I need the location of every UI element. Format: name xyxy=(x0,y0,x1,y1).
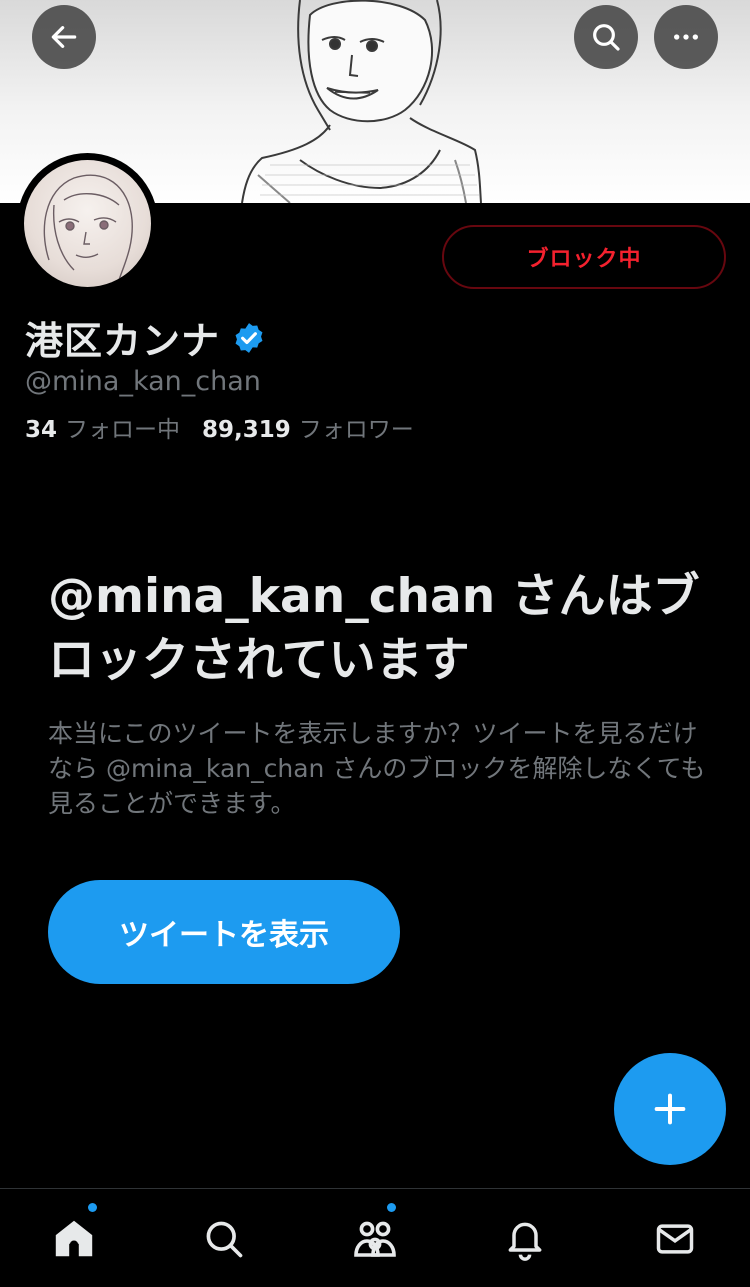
blocked-title: @mina_kan_chan さんはブロックされています xyxy=(48,569,700,688)
tab-notifications[interactable] xyxy=(497,1211,553,1267)
following-count: 34 xyxy=(25,417,58,443)
avatar-image xyxy=(24,160,151,287)
communities-badge xyxy=(387,1203,396,1212)
tab-search[interactable] xyxy=(196,1211,252,1267)
follow-stats: 34 フォロー中 89,319 フォロワー xyxy=(25,410,414,444)
search-button[interactable] xyxy=(574,5,638,69)
bottom-tab-bar xyxy=(0,1188,750,1287)
communities-icon xyxy=(354,1221,396,1257)
compose-tweet-button[interactable] xyxy=(614,1053,726,1165)
bell-icon xyxy=(508,1222,542,1261)
plus-icon xyxy=(654,1093,686,1125)
profile-name-row: 港区カンナ xyxy=(25,310,266,365)
blocked-description: 本当にこのツイートを表示しますか？ツイートを見るだけなら @mina_kan_c… xyxy=(48,719,706,818)
followers-count: 89,319 xyxy=(202,417,291,443)
mail-icon xyxy=(656,1224,694,1254)
display-name: 港区カンナ xyxy=(25,319,221,363)
avatar[interactable] xyxy=(17,153,158,294)
search-icon xyxy=(593,24,620,51)
more-button[interactable] xyxy=(654,5,718,69)
search-icon xyxy=(206,1221,243,1258)
verified-badge-icon[interactable] xyxy=(232,321,266,355)
show-tweets-button[interactable]: ツイートを表示 xyxy=(48,880,400,984)
profile-handle: @mina_kan_chan xyxy=(25,366,261,397)
tab-communities[interactable] xyxy=(347,1203,403,1267)
more-horizontal-icon xyxy=(674,34,698,40)
home-badge xyxy=(88,1203,97,1212)
following-link[interactable]: 34 フォロー中 xyxy=(25,410,180,444)
blocked-button[interactable]: ブロック中 xyxy=(442,225,726,289)
tab-messages[interactable] xyxy=(647,1211,703,1267)
tab-home[interactable] xyxy=(46,1203,102,1267)
arrow-left-icon xyxy=(51,26,77,48)
followers-link[interactable]: 89,319 フォロワー xyxy=(202,410,414,444)
back-button[interactable] xyxy=(32,5,96,69)
followers-label: フォロワー xyxy=(298,417,414,443)
home-icon xyxy=(55,1220,93,1257)
following-label: フォロー中 xyxy=(65,417,181,443)
